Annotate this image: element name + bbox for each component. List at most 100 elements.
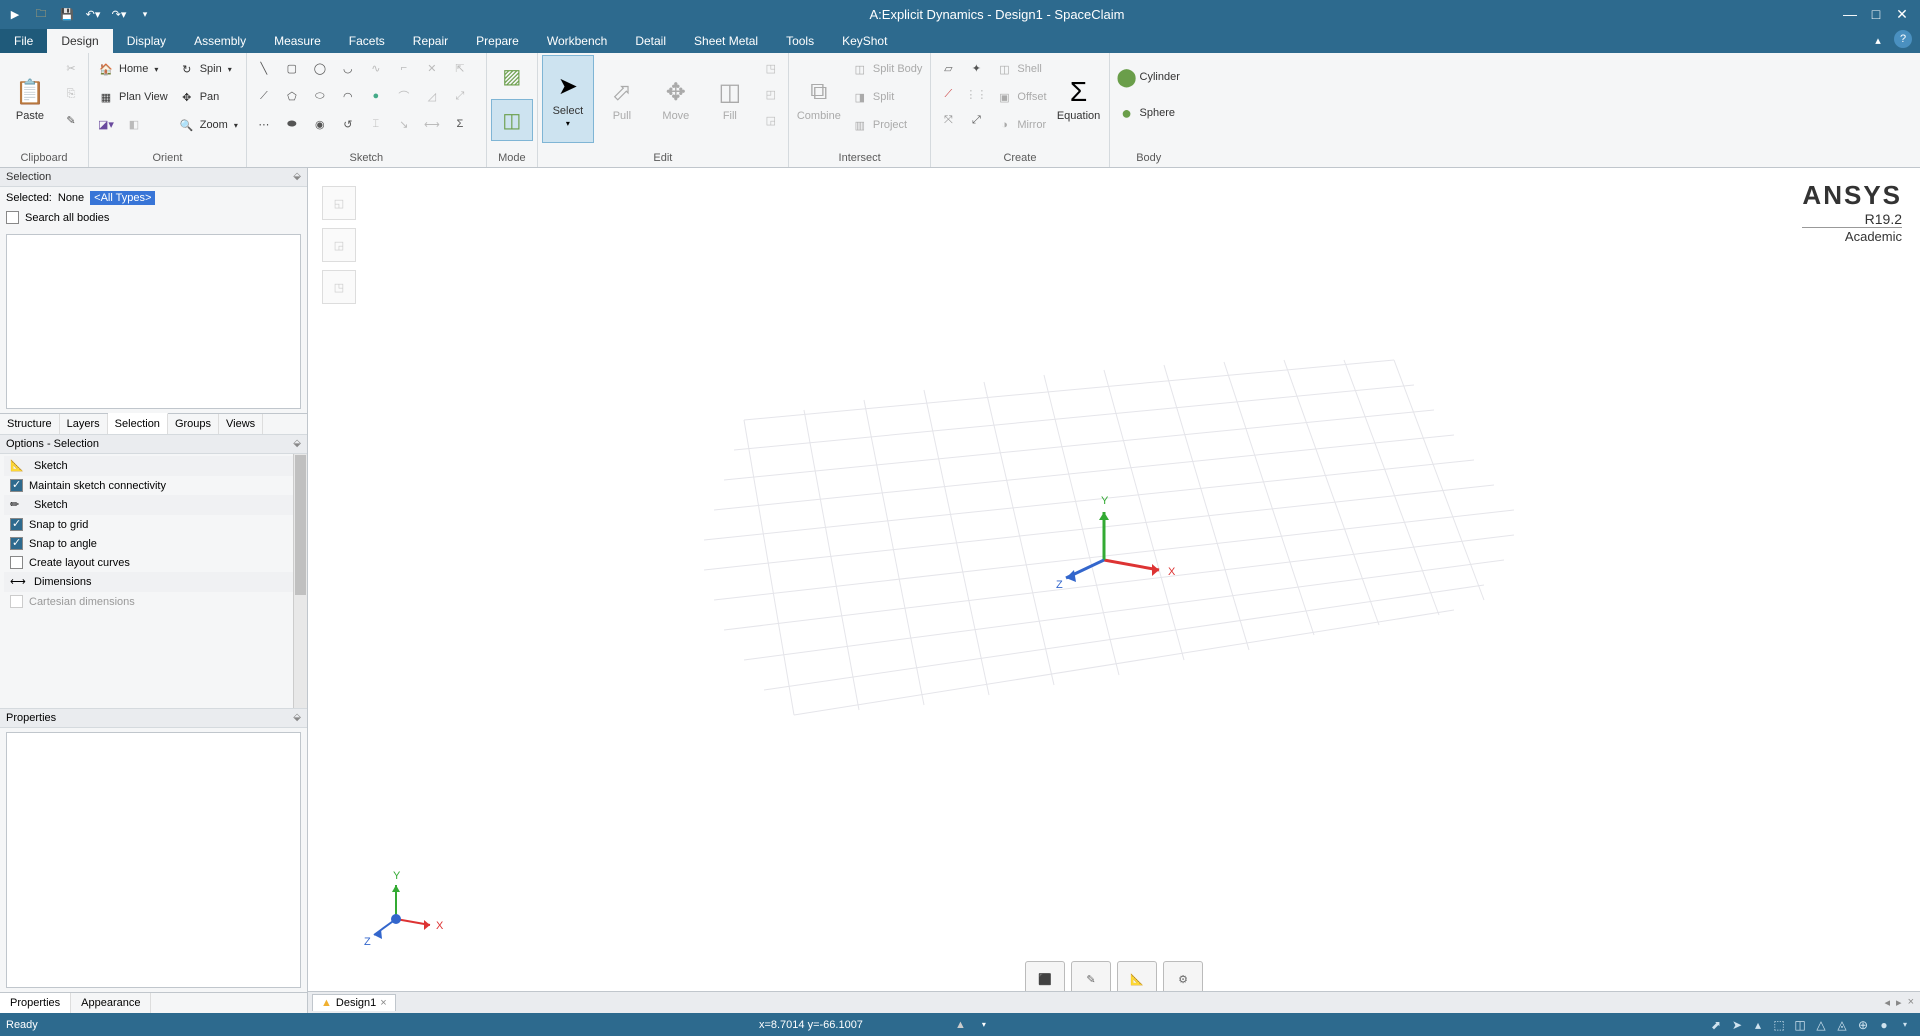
format-icon[interactable]: ✎ (59, 108, 83, 132)
menu-workbench[interactable]: Workbench (533, 29, 621, 53)
view-misc-icon[interactable]: ◧ (122, 112, 146, 136)
solid-mode-button[interactable]: ◫ (491, 99, 533, 141)
sb-icon-2[interactable]: ➤ (1728, 1017, 1746, 1033)
sb-icon-1[interactable]: ⬈ (1707, 1017, 1725, 1033)
layout-checkbox[interactable] (10, 556, 23, 569)
doc-nav-next[interactable]: ▸ (1894, 996, 1904, 1009)
point-icon[interactable]: ● (364, 84, 388, 108)
arc-tan-icon[interactable]: ↺ (336, 112, 360, 136)
document-tab[interactable]: ▲ Design1 × (312, 994, 396, 1011)
home-button[interactable]: 🏠Home▾ (93, 55, 172, 83)
sb-icon-6[interactable]: △ (1812, 1017, 1830, 1033)
circle3-icon[interactable]: ◉ (308, 112, 332, 136)
doc-nav-close[interactable]: × (1906, 996, 1916, 1009)
rect-icon[interactable]: ▢ (280, 56, 304, 80)
menu-facets[interactable]: Facets (335, 29, 399, 53)
split-button[interactable]: ◨Split (847, 83, 927, 111)
construction-icon[interactable]: ⋯ (252, 112, 276, 136)
fill-button[interactable]: ◫Fill (704, 55, 756, 143)
vp-tool-3[interactable]: ◳ (322, 270, 356, 304)
fillet-icon[interactable]: ⌒ (392, 84, 416, 108)
project-icon[interactable]: ↘ (392, 112, 416, 136)
offset-button[interactable]: ▣Offset (991, 83, 1050, 111)
menu-sheetmetal[interactable]: Sheet Metal (680, 29, 772, 53)
cylinder-button[interactable]: ⬤Cylinder (1114, 63, 1184, 91)
viewport-3d[interactable]: ◱ ◲ ◳ ANSYS R19.2 Academic (308, 168, 1920, 1013)
redo-icon[interactable]: ↷▾ (108, 3, 130, 25)
tab-layers[interactable]: Layers (60, 414, 108, 434)
chamfer-icon[interactable]: ◿ (420, 84, 444, 108)
vp-tool-2[interactable]: ◲ (322, 228, 356, 262)
pin-icon-3[interactable]: ⬙ (293, 712, 301, 724)
menu-repair[interactable]: Repair (399, 29, 462, 53)
sb-icon-3[interactable]: ▴ (1749, 1017, 1767, 1033)
plan-view-button[interactable]: ▦Plan View (93, 83, 172, 111)
pull-button[interactable]: ⬀Pull (596, 55, 648, 143)
tab-structure[interactable]: Structure (0, 414, 60, 434)
undo-icon[interactable]: ↶▾ (82, 3, 104, 25)
edit-misc2-icon[interactable]: ◰ (759, 82, 783, 106)
trim-icon[interactable]: ⌐ (392, 56, 416, 80)
menu-design[interactable]: Design (47, 29, 112, 53)
orientation-triad[interactable]: X Y Z (360, 867, 450, 957)
tab-selection[interactable]: Selection (108, 413, 168, 434)
arc3-icon[interactable]: ◠ (336, 84, 360, 108)
axis2-icon[interactable]: ⤢ (964, 108, 988, 132)
warning-dropdown-icon[interactable]: ▾ (982, 1020, 986, 1029)
copy-icon[interactable]: ⎘ (59, 82, 83, 106)
del-icon[interactable]: ✕ (420, 56, 444, 80)
ellipse-icon[interactable]: ⬭ (308, 84, 332, 108)
sb-icon-5[interactable]: ◫ (1791, 1017, 1809, 1033)
menu-measure[interactable]: Measure (260, 29, 335, 53)
snapgrid-checkbox[interactable] (10, 518, 23, 531)
ribbon-collapse-icon[interactable]: ▴ (1868, 30, 1888, 50)
menu-detail[interactable]: Detail (621, 29, 680, 53)
sum-icon[interactable]: Σ (448, 112, 472, 136)
options-sketch-cat[interactable]: 📐Sketch (4, 456, 303, 476)
move-button[interactable]: ✥Move (650, 55, 702, 143)
pan-button[interactable]: ✥Pan (174, 83, 242, 111)
minimize-button[interactable]: ― (1838, 4, 1862, 24)
menu-tools[interactable]: Tools (772, 29, 828, 53)
project-button[interactable]: ▥Project (847, 111, 927, 139)
circle-icon[interactable]: ◯ (308, 56, 332, 80)
save-icon[interactable]: 💾 (56, 3, 78, 25)
polyline-icon[interactable]: ⟋ (252, 84, 276, 108)
sphere-button[interactable]: ●Sphere (1114, 99, 1184, 127)
axis-icon[interactable]: ⟋ (936, 82, 960, 106)
edit-misc3-icon[interactable]: ◲ (759, 108, 783, 132)
sb-icon-7[interactable]: ◬ (1833, 1017, 1851, 1033)
menu-prepare[interactable]: Prepare (462, 29, 533, 53)
polygon-icon[interactable]: ⬠ (280, 84, 304, 108)
qat-dropdown-icon[interactable]: ▾ (134, 3, 156, 25)
combine-button[interactable]: ⧉Combine (793, 55, 845, 143)
doc-nav-prev[interactable]: ◂ (1883, 996, 1893, 1009)
tab-appearance[interactable]: Appearance (71, 993, 151, 1013)
cut-icon[interactable]: ✂ (59, 56, 83, 80)
shell-button[interactable]: ◫Shell (991, 55, 1050, 83)
edit-misc1-icon[interactable]: ◳ (759, 56, 783, 80)
menu-display[interactable]: Display (113, 29, 180, 53)
triad-icon[interactable]: ⤧ (936, 108, 960, 132)
mirror-button[interactable]: ◑Mirror (991, 111, 1050, 139)
spline-icon[interactable]: ∿ (364, 56, 388, 80)
sb-icon-4[interactable]: ⬚ (1770, 1017, 1788, 1033)
warning-icon[interactable]: ▲ (955, 1019, 966, 1031)
options-sketch2-cat[interactable]: ✏Sketch (4, 495, 303, 515)
view-cube-icon[interactable]: ◪▾ (94, 112, 118, 136)
menu-keyshot[interactable]: KeyShot (828, 29, 901, 53)
point-create-icon[interactable]: ✦ (964, 56, 988, 80)
close-doc-icon[interactable]: × (380, 997, 386, 1009)
tab-properties[interactable]: Properties (0, 993, 71, 1013)
zoom-button[interactable]: 🔍Zoom▾ (174, 111, 242, 139)
snapangle-checkbox[interactable] (10, 537, 23, 550)
split-body-button[interactable]: ◫Split Body (847, 55, 927, 83)
options-dimensions-cat[interactable]: ⟷Dimensions (4, 572, 303, 592)
slot-icon[interactable]: ⬬ (280, 112, 304, 136)
pin-icon-2[interactable]: ⬙ (293, 438, 301, 450)
sketch-mode-button[interactable]: ▨ (491, 55, 533, 97)
line-icon[interactable]: ╲ (252, 56, 276, 80)
menu-assembly[interactable]: Assembly (180, 29, 260, 53)
offset-icon[interactable]: ⇱ (448, 56, 472, 80)
selection-list[interactable] (6, 234, 301, 409)
